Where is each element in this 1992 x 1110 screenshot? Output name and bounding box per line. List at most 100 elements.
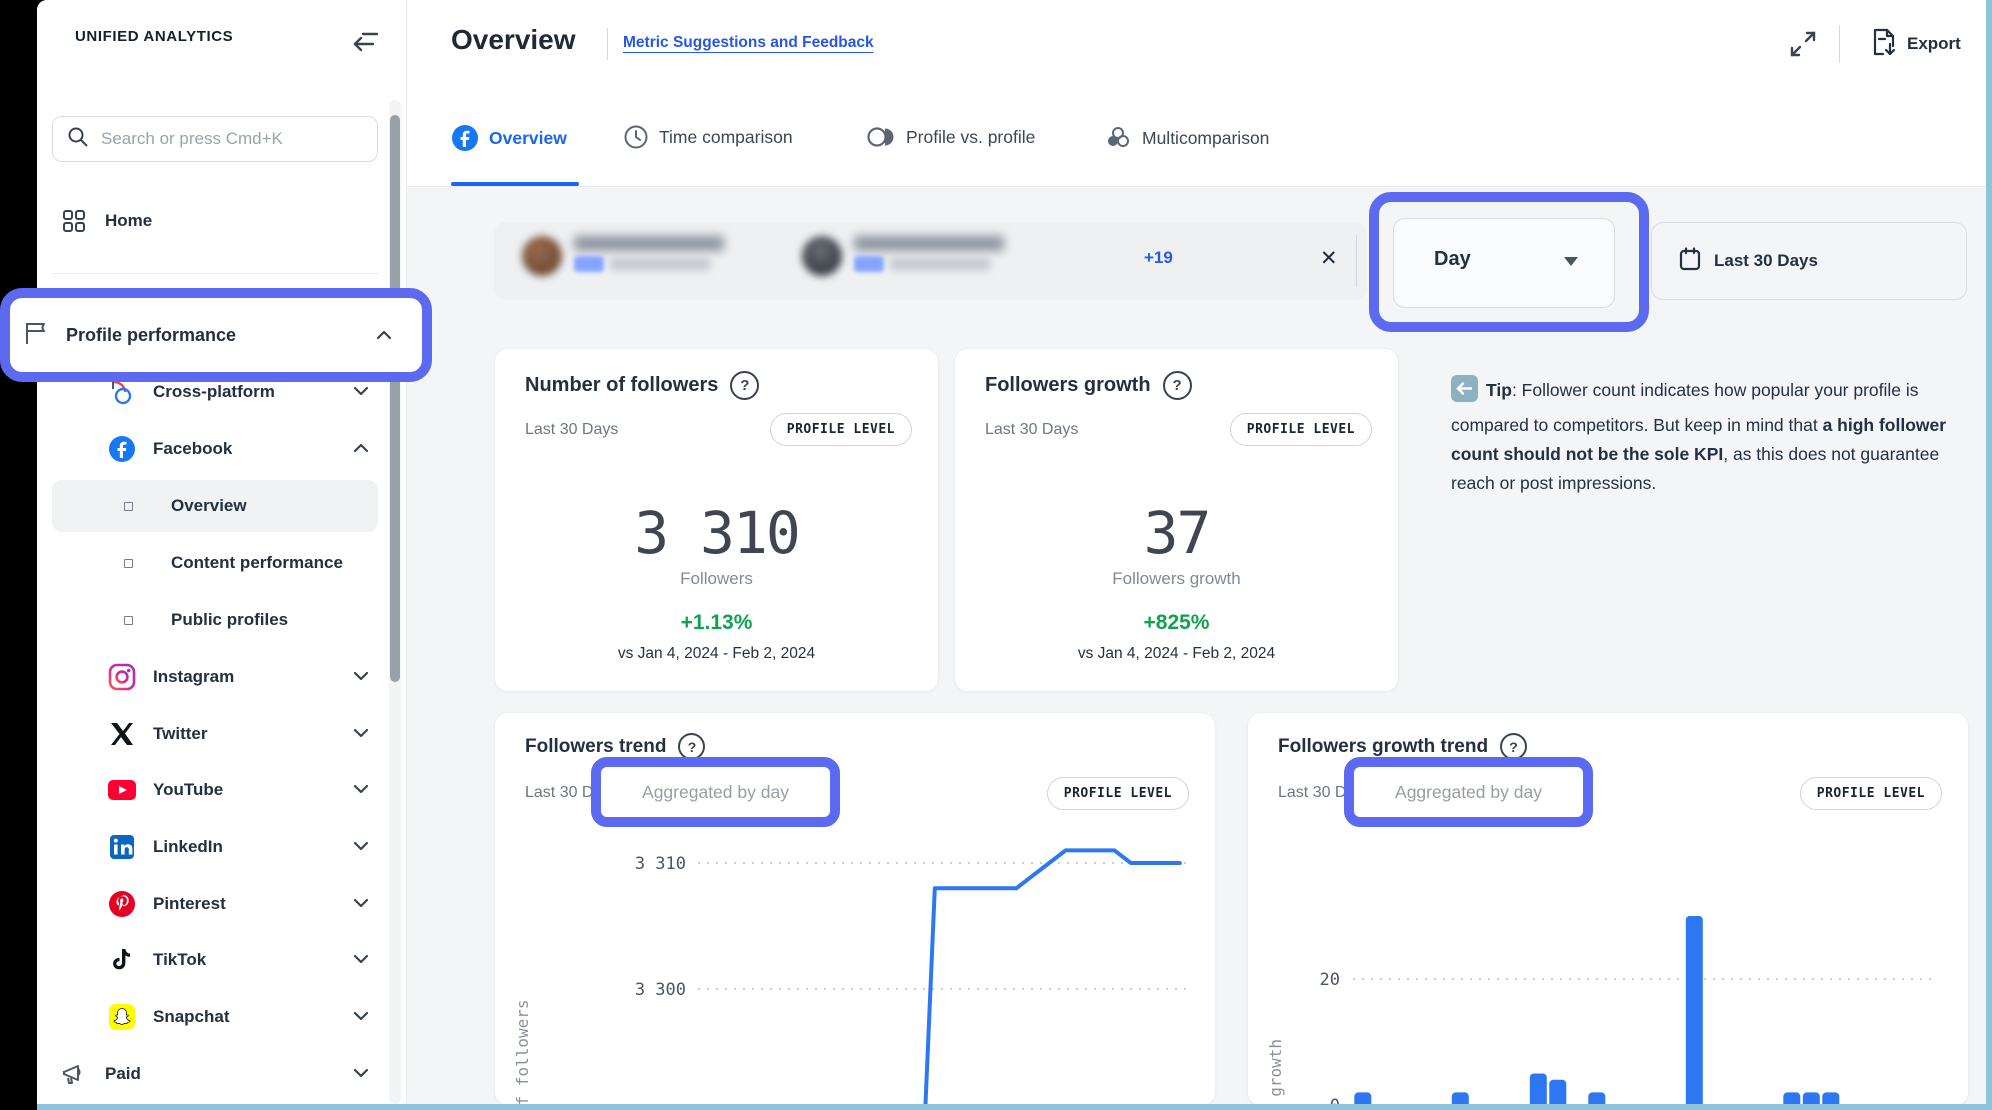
chevron-up-icon: [376, 325, 392, 346]
sidebar: UNIFIED ANALYTICS Home Cross-platform: [37, 0, 407, 1104]
sidebar-item-twitter[interactable]: Twitter: [107, 708, 383, 760]
kpi-title: Followers growth: [985, 374, 1151, 397]
sidebar-item-content-performance[interactable]: Content performance: [113, 537, 383, 589]
sidebar-item-label: Pinterest: [153, 894, 226, 914]
expand-icon[interactable]: [1785, 26, 1821, 62]
profile-handle-redacted: [890, 258, 990, 270]
bullet-icon: [113, 502, 143, 511]
sidebar-item-public-profiles[interactable]: Public profiles: [113, 594, 383, 646]
page-title: Overview: [451, 24, 576, 56]
sidebar-item-label: Snapchat: [153, 1007, 230, 1027]
profile-handle-redacted: [610, 258, 710, 270]
brand-title: UNIFIED ANALYTICS: [75, 28, 233, 45]
chart-card-followers-trend: Followers trend ? Last 30 Days PROFILE L…: [494, 712, 1216, 1106]
export-label: Export: [1907, 34, 1961, 54]
bullet-icon: [113, 559, 143, 568]
sidebar-item-label: Home: [105, 211, 152, 231]
svg-text:20: 20: [1320, 970, 1340, 990]
kpi-compare: vs Jan 4, 2024 - Feb 2, 2024: [955, 645, 1398, 663]
avatar: [522, 236, 562, 276]
close-icon[interactable]: ✕: [1320, 246, 1338, 271]
tab-time-comparison[interactable]: Time comparison: [623, 124, 793, 150]
flag-icon: [22, 319, 50, 352]
sidebar-item-label: Facebook: [153, 439, 232, 459]
export-button[interactable]: Export: [1871, 26, 1961, 62]
profilebar-divider: [1356, 235, 1357, 287]
tab-overview[interactable]: Overview: [451, 124, 567, 152]
profile-level-badge: PROFILE LEVEL: [770, 413, 912, 446]
avatar: [802, 236, 842, 276]
sidebar-item-instagram[interactable]: Instagram: [107, 651, 383, 703]
kpi-card-followers-growth: Followers growth ? Last 30 Days PROFILE …: [954, 348, 1399, 692]
metric-suggestions-link[interactable]: Metric Suggestions and Feedback: [623, 34, 874, 52]
snapchat-icon: [107, 1003, 137, 1031]
kpi-card-number-of-followers: Number of followers ? Last 30 Days PROFI…: [494, 348, 939, 692]
sidebar-item-label: YouTube: [153, 780, 223, 800]
help-icon[interactable]: ?: [730, 371, 759, 400]
tab-label: Multicomparison: [1142, 128, 1269, 149]
home-grid-icon: [59, 208, 89, 234]
profile-level-badge: PROFILE LEVEL: [1230, 413, 1372, 446]
sidebar-item-home[interactable]: Home: [59, 195, 383, 247]
search-input[interactable]: [99, 128, 363, 150]
sidebar-item-overview[interactable]: Overview: [113, 480, 383, 532]
sidebar-item-label: Profile performance: [66, 325, 236, 346]
tab-profile-vs-profile[interactable]: Profile vs. profile: [866, 124, 1035, 150]
pinterest-icon: [107, 890, 137, 918]
date-range-picker[interactable]: Last 30 Days: [1651, 222, 1967, 300]
more-profiles-count[interactable]: +19: [1144, 248, 1173, 268]
chevron-down-icon: [353, 1007, 369, 1027]
sidebar-item-cross-platform[interactable]: Cross-platform: [107, 366, 383, 418]
title-separator: [607, 28, 608, 60]
sidebar-item-facebook[interactable]: Facebook: [107, 423, 383, 475]
profile-chip[interactable]: [802, 236, 1004, 276]
facebook-icon: [451, 124, 479, 152]
sidebar-item-snapchat[interactable]: Snapchat: [107, 991, 383, 1043]
kpi-delta: +825%: [955, 611, 1398, 635]
twitter-icon: [107, 720, 137, 748]
sidebar-item-linkedin[interactable]: LinkedIn: [107, 821, 383, 873]
tab-multicomparison[interactable]: Multicomparison: [1104, 124, 1269, 152]
chevron-down-icon: [353, 950, 369, 970]
help-icon[interactable]: ?: [1163, 371, 1192, 400]
aggregation-annotation-callout: Aggregated by day: [1344, 757, 1593, 827]
calendar-icon: [1678, 246, 1702, 277]
sidebar-item-profile-performance[interactable]: Profile performance: [22, 299, 422, 371]
linkedin-icon: [107, 834, 137, 860]
sidebar-item-label: TikTok: [153, 950, 206, 970]
sidebar-item-label: Instagram: [153, 667, 234, 687]
svg-text:0: 0: [1330, 1096, 1340, 1106]
sidebar-item-tiktok[interactable]: TikTok: [107, 934, 383, 986]
app-window: UNIFIED ANALYTICS Home Cross-platform: [37, 0, 1992, 1110]
tabs-row: Overview Time comparison Profile vs. pro…: [407, 88, 1986, 187]
top-bar: Overview Metric Suggestions and Feedback: [407, 0, 1986, 89]
profile-vs-icon: [866, 124, 896, 150]
profile-chip[interactable]: [522, 236, 724, 276]
aggregation-label: Aggregated by day: [1395, 782, 1542, 803]
chevron-down-icon: [353, 1064, 369, 1084]
svg-text:Number of followers: Number of followers: [513, 999, 532, 1106]
bullet-icon: [113, 616, 143, 625]
tab-label: Profile vs. profile: [906, 127, 1035, 148]
chevron-down-icon: [353, 382, 369, 402]
profile-selector-bar: +19 ✕: [494, 222, 1367, 300]
kpi-compare: vs Jan 4, 2024 - Feb 2, 2024: [495, 645, 938, 663]
sidebar-item-paid[interactable]: Paid: [59, 1048, 383, 1100]
profile-badge-redacted: [854, 256, 884, 272]
sidebar-scrollbar-thumb[interactable]: [390, 115, 400, 682]
profile-name-redacted: [854, 236, 1004, 251]
sidebar-item-youtube[interactable]: YouTube: [107, 764, 383, 816]
search-box: [52, 116, 378, 162]
kpi-delta: +1.13%: [495, 611, 938, 635]
chevron-down-icon: [353, 837, 369, 857]
tiktok-icon: [107, 946, 137, 974]
aggregation-label: Aggregated by day: [642, 782, 789, 803]
kpi-value: 37: [955, 499, 1398, 567]
collapse-sidebar-icon[interactable]: [349, 24, 383, 58]
chevron-down-icon: [353, 667, 369, 687]
sidebar-item-pinterest[interactable]: Pinterest: [107, 878, 383, 930]
sidebar-item-label: Content performance: [171, 553, 343, 573]
svg-text:3 300: 3 300: [635, 980, 686, 1000]
aggregation-period-select[interactable]: Day: [1393, 218, 1615, 308]
youtube-icon: [107, 778, 137, 802]
